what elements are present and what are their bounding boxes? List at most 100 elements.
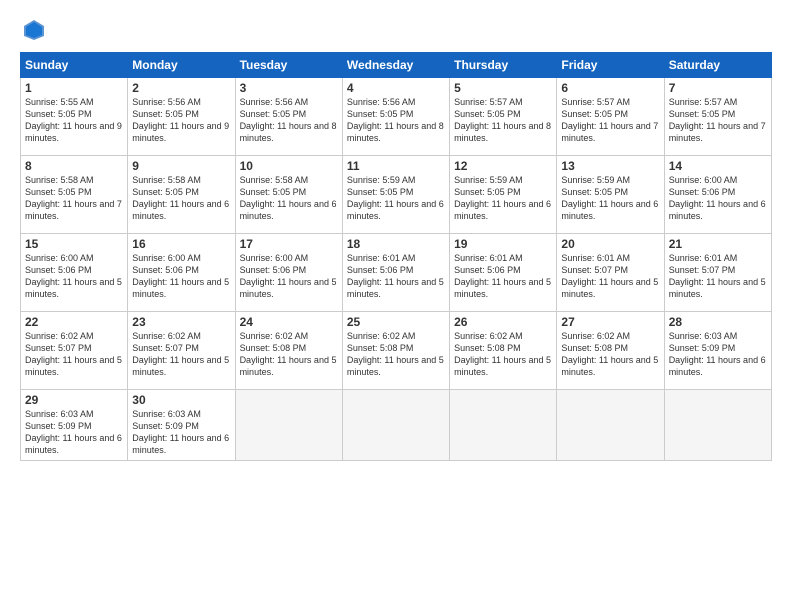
day-info: Sunrise: 6:02 AMSunset: 5:08 PMDaylight:… — [347, 330, 445, 379]
calendar-cell: 7Sunrise: 5:57 AMSunset: 5:05 PMDaylight… — [664, 78, 771, 156]
day-info: Sunrise: 5:58 AMSunset: 5:05 PMDaylight:… — [240, 174, 338, 223]
logo — [20, 18, 46, 42]
day-number: 21 — [669, 237, 767, 251]
day-info: Sunrise: 6:01 AMSunset: 5:06 PMDaylight:… — [454, 252, 552, 301]
day-info: Sunrise: 5:59 AMSunset: 5:05 PMDaylight:… — [347, 174, 445, 223]
calendar-header-sunday: Sunday — [21, 53, 128, 78]
day-number: 17 — [240, 237, 338, 251]
calendar-cell: 13Sunrise: 5:59 AMSunset: 5:05 PMDayligh… — [557, 156, 664, 234]
calendar-cell — [450, 390, 557, 461]
day-number: 24 — [240, 315, 338, 329]
calendar-week-row: 1Sunrise: 5:55 AMSunset: 5:05 PMDaylight… — [21, 78, 772, 156]
day-info: Sunrise: 5:58 AMSunset: 5:05 PMDaylight:… — [132, 174, 230, 223]
day-number: 9 — [132, 159, 230, 173]
day-info: Sunrise: 6:01 AMSunset: 5:07 PMDaylight:… — [561, 252, 659, 301]
day-number: 26 — [454, 315, 552, 329]
day-info: Sunrise: 5:57 AMSunset: 5:05 PMDaylight:… — [454, 96, 552, 145]
day-info: Sunrise: 6:02 AMSunset: 5:08 PMDaylight:… — [454, 330, 552, 379]
calendar-cell: 18Sunrise: 6:01 AMSunset: 5:06 PMDayligh… — [342, 234, 449, 312]
day-info: Sunrise: 5:57 AMSunset: 5:05 PMDaylight:… — [561, 96, 659, 145]
day-number: 6 — [561, 81, 659, 95]
calendar-header-tuesday: Tuesday — [235, 53, 342, 78]
day-number: 3 — [240, 81, 338, 95]
day-info: Sunrise: 6:03 AMSunset: 5:09 PMDaylight:… — [25, 408, 123, 457]
calendar-cell — [664, 390, 771, 461]
day-number: 10 — [240, 159, 338, 173]
day-number: 16 — [132, 237, 230, 251]
calendar-cell: 26Sunrise: 6:02 AMSunset: 5:08 PMDayligh… — [450, 312, 557, 390]
calendar-cell: 3Sunrise: 5:56 AMSunset: 5:05 PMDaylight… — [235, 78, 342, 156]
calendar-cell: 27Sunrise: 6:02 AMSunset: 5:08 PMDayligh… — [557, 312, 664, 390]
calendar-cell: 14Sunrise: 6:00 AMSunset: 5:06 PMDayligh… — [664, 156, 771, 234]
day-number: 25 — [347, 315, 445, 329]
calendar-cell: 25Sunrise: 6:02 AMSunset: 5:08 PMDayligh… — [342, 312, 449, 390]
calendar-cell: 10Sunrise: 5:58 AMSunset: 5:05 PMDayligh… — [235, 156, 342, 234]
day-number: 7 — [669, 81, 767, 95]
calendar-week-row: 8 Sunrise: 5:58 AMSunset: 5:05 PMDaylight… — [21, 156, 772, 234]
day-number: 5 — [454, 81, 552, 95]
calendar-cell: 6Sunrise: 5:57 AMSunset: 5:05 PMDaylight… — [557, 78, 664, 156]
day-info: Sunrise: 6:00 AMSunset: 5:06 PMDaylight:… — [240, 252, 338, 301]
day-number: 27 — [561, 315, 659, 329]
day-number: 28 — [669, 315, 767, 329]
day-number: 30 — [132, 393, 230, 407]
calendar-header-saturday: Saturday — [664, 53, 771, 78]
day-number: 13 — [561, 159, 659, 173]
day-number: 1 — [25, 81, 123, 95]
day-info: Sunrise: 5:56 AMSunset: 5:05 PMDaylight:… — [240, 96, 338, 145]
day-number: 19 — [454, 237, 552, 251]
day-info: Sunrise: 6:03 AMSunset: 5:09 PMDaylight:… — [669, 330, 767, 379]
calendar-table: SundayMondayTuesdayWednesdayThursdayFrid… — [20, 52, 772, 461]
calendar-cell: 5Sunrise: 5:57 AMSunset: 5:05 PMDaylight… — [450, 78, 557, 156]
calendar-cell: 9Sunrise: 5:58 AMSunset: 5:05 PMDaylight… — [128, 156, 235, 234]
day-number: 12 — [454, 159, 552, 173]
day-number: 15 — [25, 237, 123, 251]
day-info: Sunrise: 5:59 AMSunset: 5:05 PMDaylight:… — [454, 174, 552, 223]
calendar-cell: 30Sunrise: 6:03 AMSunset: 5:09 PMDayligh… — [128, 390, 235, 461]
calendar-cell: 4Sunrise: 5:56 AMSunset: 5:05 PMDaylight… — [342, 78, 449, 156]
calendar-cell: 15Sunrise: 6:00 AMSunset: 5:06 PMDayligh… — [21, 234, 128, 312]
calendar-cell: 21Sunrise: 6:01 AMSunset: 5:07 PMDayligh… — [664, 234, 771, 312]
day-number: 11 — [347, 159, 445, 173]
calendar-header-monday: Monday — [128, 53, 235, 78]
calendar-cell: 11Sunrise: 5:59 AMSunset: 5:05 PMDayligh… — [342, 156, 449, 234]
day-info: Sunrise: 5:56 AMSunset: 5:05 PMDaylight:… — [347, 96, 445, 145]
day-info: Sunrise: 5:55 AMSunset: 5:05 PMDaylight:… — [25, 96, 123, 145]
day-info: Sunrise: 6:00 AMSunset: 5:06 PMDaylight:… — [25, 252, 123, 301]
calendar-header-row: SundayMondayTuesdayWednesdayThursdayFrid… — [21, 53, 772, 78]
calendar-cell: 28Sunrise: 6:03 AMSunset: 5:09 PMDayligh… — [664, 312, 771, 390]
day-info: Sunrise: 5:59 AMSunset: 5:05 PMDaylight:… — [561, 174, 659, 223]
calendar-cell: 1Sunrise: 5:55 AMSunset: 5:05 PMDaylight… — [21, 78, 128, 156]
calendar-cell: 24Sunrise: 6:02 AMSunset: 5:08 PMDayligh… — [235, 312, 342, 390]
day-number: 22 — [25, 315, 123, 329]
day-info: Sunrise: 5:56 AMSunset: 5:05 PMDaylight:… — [132, 96, 230, 145]
day-info: Sunrise: 6:01 AMSunset: 5:06 PMDaylight:… — [347, 252, 445, 301]
day-info: Sunrise: 6:02 AMSunset: 5:07 PMDaylight:… — [132, 330, 230, 379]
calendar-header-wednesday: Wednesday — [342, 53, 449, 78]
calendar-header-friday: Friday — [557, 53, 664, 78]
calendar-cell: 2Sunrise: 5:56 AMSunset: 5:05 PMDaylight… — [128, 78, 235, 156]
day-number: 29 — [25, 393, 123, 407]
day-number: 18 — [347, 237, 445, 251]
calendar-week-row: 29Sunrise: 6:03 AMSunset: 5:09 PMDayligh… — [21, 390, 772, 461]
calendar-cell: 23Sunrise: 6:02 AMSunset: 5:07 PMDayligh… — [128, 312, 235, 390]
day-info: Sunrise: 6:00 AMSunset: 5:06 PMDaylight:… — [669, 174, 767, 223]
calendar-cell: 12Sunrise: 5:59 AMSunset: 5:05 PMDayligh… — [450, 156, 557, 234]
calendar-cell: 22Sunrise: 6:02 AMSunset: 5:07 PMDayligh… — [21, 312, 128, 390]
calendar-cell: 19Sunrise: 6:01 AMSunset: 5:06 PMDayligh… — [450, 234, 557, 312]
day-info: Sunrise: 5:57 AMSunset: 5:05 PMDaylight:… — [669, 96, 767, 145]
page: SundayMondayTuesdayWednesdayThursdayFrid… — [0, 0, 792, 612]
calendar-cell: 29Sunrise: 6:03 AMSunset: 5:09 PMDayligh… — [21, 390, 128, 461]
day-number: 8 — [25, 159, 123, 173]
day-info: Sunrise: 6:02 AMSunset: 5:08 PMDaylight:… — [240, 330, 338, 379]
day-info: Sunrise: 6:02 AMSunset: 5:08 PMDaylight:… — [561, 330, 659, 379]
day-info: Sunrise: 6:02 AMSunset: 5:07 PMDaylight:… — [25, 330, 123, 379]
calendar-cell — [235, 390, 342, 461]
calendar-cell: 20Sunrise: 6:01 AMSunset: 5:07 PMDayligh… — [557, 234, 664, 312]
calendar-cell: 16Sunrise: 6:00 AMSunset: 5:06 PMDayligh… — [128, 234, 235, 312]
calendar-cell — [557, 390, 664, 461]
calendar-week-row: 22Sunrise: 6:02 AMSunset: 5:07 PMDayligh… — [21, 312, 772, 390]
calendar-header-thursday: Thursday — [450, 53, 557, 78]
calendar-week-row: 15Sunrise: 6:00 AMSunset: 5:06 PMDayligh… — [21, 234, 772, 312]
day-info: Sunrise: 6:01 AMSunset: 5:07 PMDaylight:… — [669, 252, 767, 301]
